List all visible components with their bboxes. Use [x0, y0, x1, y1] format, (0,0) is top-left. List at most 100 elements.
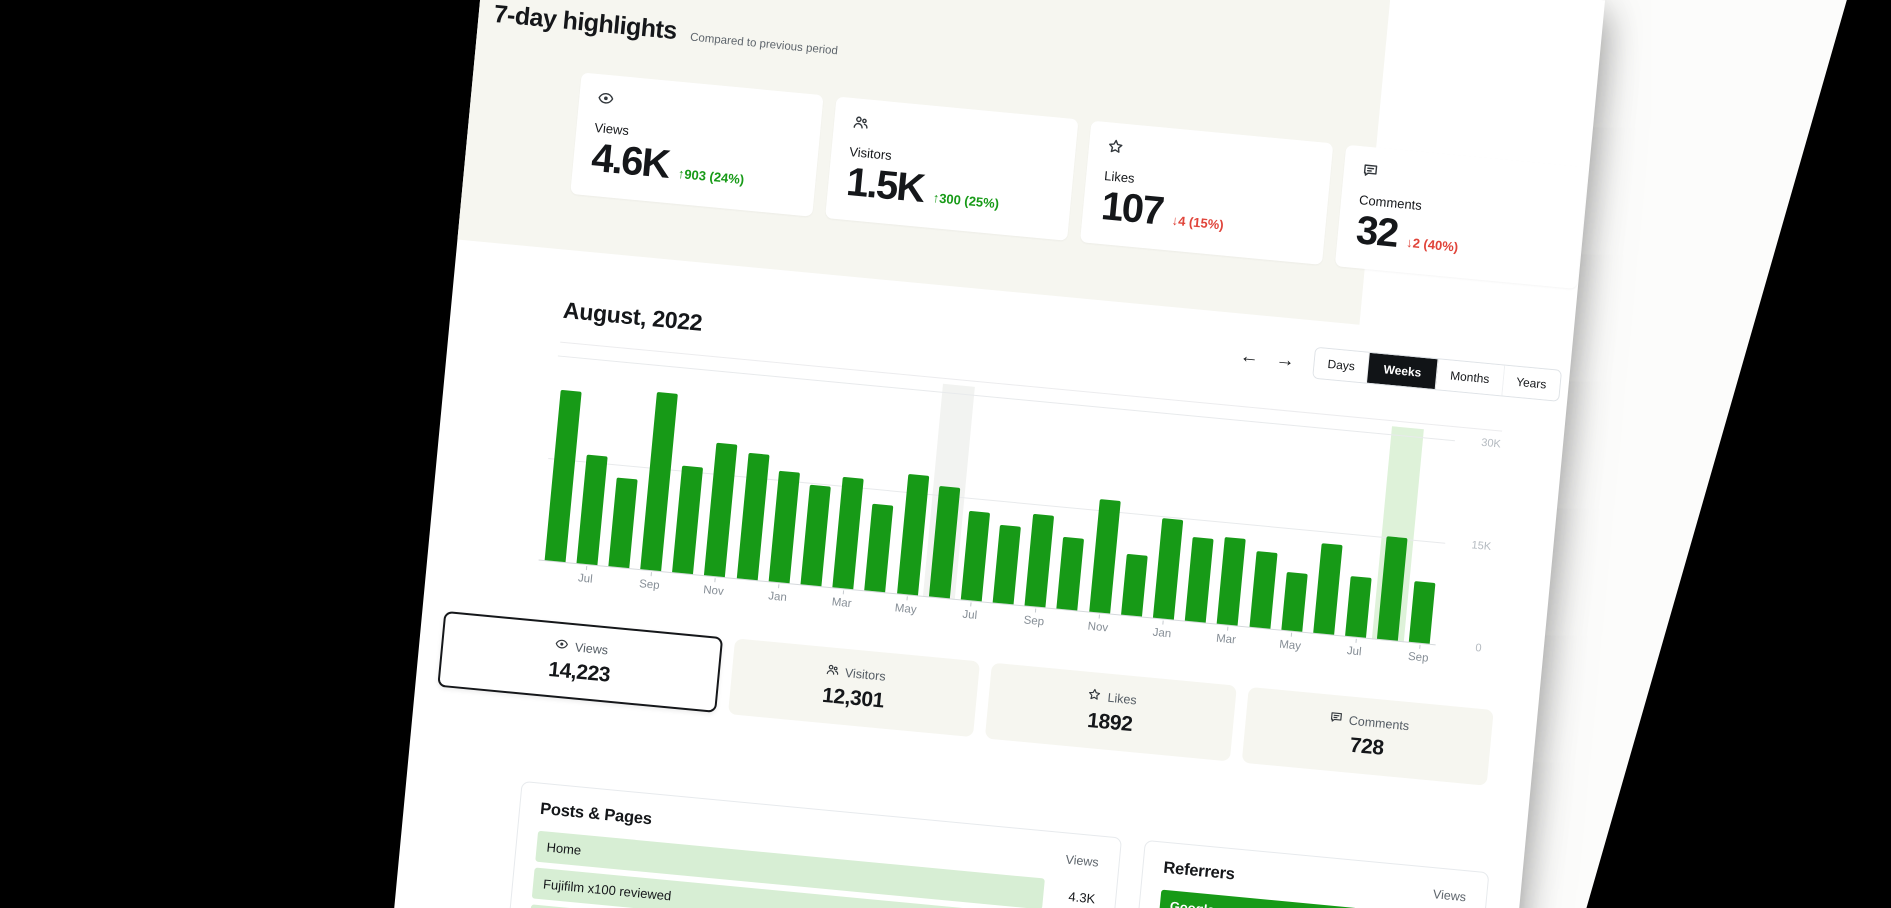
- views-bar-chart: JulSepNovJanMarMayJulSepNovJanMarMayJulS…: [539, 347, 1456, 645]
- x-axis-tick: [907, 596, 908, 600]
- metric-tab-views[interactable]: Views14,223: [437, 611, 723, 713]
- chart-bar[interactable]: [1025, 514, 1055, 607]
- comment-icon: [1361, 165, 1380, 184]
- x-axis-label: Sep: [1013, 614, 1054, 630]
- chart-bar[interactable]: [1089, 499, 1121, 614]
- metric-tab-value: 12,301: [821, 684, 885, 714]
- metric-tabs-row: Views14,223Visitors12,301Likes1892Commen…: [437, 611, 1493, 786]
- chart-bar[interactable]: [1281, 572, 1307, 632]
- x-axis-tick: [1163, 621, 1164, 625]
- chart-bar[interactable]: [1345, 576, 1372, 638]
- stat-card-value: 1.5K: [845, 161, 926, 210]
- row-label: Home: [546, 840, 582, 858]
- stat-card-value: 4.6K: [590, 137, 671, 186]
- metric-tab-visitors[interactable]: Visitors12,301: [728, 638, 980, 737]
- referrers-views-column-header: Views: [1432, 887, 1466, 904]
- visitors-icon: [824, 662, 840, 680]
- chart-bar[interactable]: [608, 478, 637, 568]
- x-axis-label: Jul: [565, 571, 606, 587]
- chart-controls: ← → DaysWeeksMonthsYears: [1234, 339, 1561, 402]
- chart-bar[interactable]: [1409, 581, 1436, 644]
- metric-tab-header: Visitors: [824, 662, 886, 685]
- chart-bar[interactable]: [736, 452, 769, 580]
- metric-tab-likes[interactable]: Likes 1892: [985, 663, 1237, 762]
- stat-card-visitors: Visitors1.5K↑300 (25%): [825, 97, 1078, 241]
- x-axis-label: Mar: [1206, 632, 1247, 648]
- x-axis-tick: [1099, 615, 1100, 619]
- metric-tab-comments[interactable]: Comments728: [1242, 687, 1494, 786]
- x-axis-tick: [1291, 633, 1292, 637]
- comment-icon: [1328, 710, 1344, 728]
- eye-icon: [596, 93, 615, 112]
- x-axis-label: Nov: [1077, 620, 1118, 636]
- metric-tab-label: Visitors: [844, 665, 886, 683]
- chart-bar[interactable]: [801, 484, 831, 586]
- x-axis-tick: [586, 566, 587, 570]
- visitors-icon: [851, 117, 870, 136]
- next-period-button[interactable]: →: [1271, 347, 1300, 372]
- metric-tab-label: Likes: [1107, 690, 1137, 707]
- metric-tab-value: 728: [1349, 734, 1385, 761]
- metric-tab-header: Views: [554, 636, 608, 658]
- x-axis-label: Sep: [629, 577, 670, 593]
- highlights-section: 7-day highlights Compared to previous pe…: [457, 0, 1392, 325]
- referrers-title: Referrers: [1163, 859, 1236, 885]
- row-label: Google: [1169, 899, 1215, 908]
- x-axis-label: Jul: [949, 607, 990, 623]
- highlight-cards-row: Views4.6K↑903 (24%)Visitors1.5K↑300 (25%…: [570, 72, 1588, 289]
- stat-card-delta: ↑903 (24%): [677, 166, 745, 193]
- stat-card-views: Views4.6K↑903 (24%): [570, 72, 823, 216]
- y-axis-label: 30K: [1481, 437, 1502, 451]
- posts-pages-card: Posts & Pages Views Home4.3KFujifilm x10…: [492, 781, 1122, 908]
- chart-bar[interactable]: [1153, 518, 1183, 619]
- chart-period-title: August, 2022: [562, 297, 703, 337]
- x-axis-tick: [971, 602, 972, 606]
- row-views-value: 4.3K: [1043, 887, 1096, 907]
- range-option-months[interactable]: Months: [1436, 359, 1505, 395]
- chart-bar[interactable]: [1217, 537, 1246, 626]
- previous-period-button[interactable]: ←: [1235, 344, 1264, 369]
- chart-bar[interactable]: [833, 476, 864, 589]
- referrers-card: Referrers Views Google6.2K: [1115, 840, 1490, 908]
- metric-tab-value: 14,223: [547, 658, 611, 688]
- chart-bar[interactable]: [544, 390, 581, 562]
- chart-bar[interactable]: [1249, 551, 1277, 628]
- stat-card-delta: ↓4 (15%): [1171, 213, 1225, 239]
- chart-bar[interactable]: [672, 466, 703, 574]
- x-axis-label: Jan: [757, 589, 798, 605]
- screenshot-stage: 7-day highlights Compared to previous pe…: [0, 0, 1891, 908]
- metric-tab-header: Comments: [1328, 710, 1410, 734]
- x-axis-tick: [1227, 627, 1228, 631]
- stat-card-comments: Comments32↓2 (40%): [1335, 145, 1588, 289]
- stat-card-likes: Likes107↓4 (15%): [1080, 121, 1333, 265]
- x-axis-label: May: [1270, 638, 1311, 654]
- chart-bar[interactable]: [640, 392, 678, 571]
- range-option-weeks[interactable]: Weeks: [1367, 353, 1438, 389]
- dashboard-page: 7-day highlights Compared to previous pe…: [354, 0, 1605, 908]
- chart-bar[interactable]: [1313, 544, 1342, 635]
- chart-bar[interactable]: [961, 511, 990, 601]
- range-option-years[interactable]: Years: [1502, 366, 1561, 401]
- x-axis-label: Nov: [693, 583, 734, 599]
- chart-bar[interactable]: [1057, 537, 1085, 610]
- chart-bar[interactable]: [768, 471, 799, 583]
- chart-bar[interactable]: [576, 454, 607, 565]
- chart-bar[interactable]: [1121, 554, 1148, 617]
- x-axis-label: Jan: [1141, 626, 1182, 642]
- star-icon: [1087, 687, 1103, 705]
- x-axis-tick: [1035, 608, 1036, 612]
- chart-bar[interactable]: [1185, 537, 1214, 623]
- comparison-subtitle: Compared to previous period: [690, 31, 839, 57]
- page-title: 7-day highlights: [492, 0, 678, 46]
- chart-bar[interactable]: [704, 443, 737, 578]
- chart-bar[interactable]: [993, 525, 1021, 605]
- posts-views-column-header: Views: [1065, 852, 1099, 869]
- metric-tab-value: 1892: [1086, 709, 1133, 737]
- highlights-header: 7-day highlights Compared to previous pe…: [492, 0, 839, 61]
- x-axis-label: Mar: [821, 595, 862, 611]
- range-option-days[interactable]: Days: [1313, 348, 1370, 383]
- x-axis-tick: [778, 584, 779, 588]
- star-icon: [1106, 141, 1125, 160]
- posts-pages-title: Posts & Pages: [539, 800, 652, 829]
- chart-bar[interactable]: [865, 504, 894, 592]
